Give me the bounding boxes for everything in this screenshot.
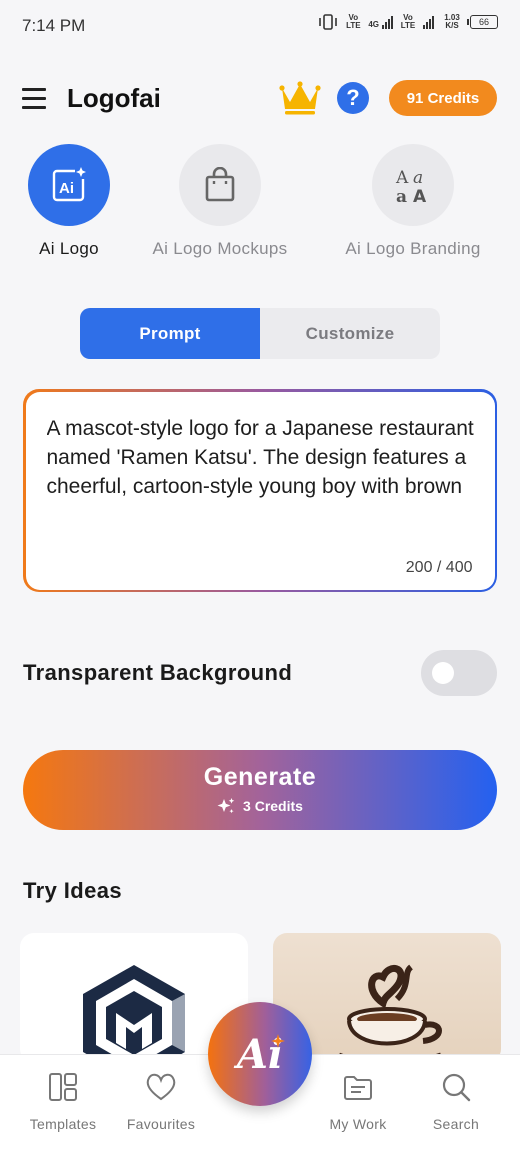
templates-icon (49, 1073, 77, 1101)
mode-label-ai-logo-mockups: Ai Logo Mockups (152, 239, 288, 258)
status-icons: Vo LTE 4G Vo LTE 1.03 K/S 66 (318, 14, 498, 30)
network-volte-2: Vo LTE (400, 13, 416, 30)
typography-icon: A a a A (372, 144, 454, 226)
svg-text:A: A (413, 187, 427, 205)
generate-button[interactable]: Generate 3 Credits (23, 750, 497, 830)
generate-cost: 3 Credits (23, 797, 497, 815)
status-time: 7:14 PM (22, 16, 86, 35)
tab-prompt[interactable]: Prompt (80, 308, 260, 359)
generate-label: Generate (203, 763, 317, 791)
nav-label-favourites: Favourites (126, 1116, 196, 1132)
mode-label-ai-logo-branding: Ai Logo Branding (345, 239, 481, 258)
battery-icon: 66 (467, 15, 498, 29)
help-icon[interactable]: ? (337, 82, 369, 114)
prompt-input[interactable]: A mascot-style logo for a Japanese resta… (25, 391, 495, 590)
app-title: Logofai (67, 83, 161, 113)
ai-create-fab[interactable]: Ai (208, 1002, 312, 1106)
vibrate-icon (319, 14, 338, 30)
signal-icon-1: 4G (368, 15, 393, 29)
mode-label-ai-logo: Ai Logo (39, 239, 99, 258)
heart-icon (146, 1073, 176, 1101)
signal-icon-2 (423, 15, 434, 29)
prompt-customize-tabs: Prompt Customize (80, 308, 440, 359)
prompt-text[interactable]: A mascot-style logo for a Japanese resta… (47, 414, 477, 530)
mode-ai-logo-mockups[interactable]: Ai Logo Mockups (153, 144, 287, 259)
svg-text:A: A (395, 168, 409, 188)
network-4g: 4G (368, 20, 379, 29)
menu-icon[interactable] (22, 87, 46, 109)
transparent-background-label: Transparent Background (23, 660, 293, 685)
nav-label-my-work: My Work (329, 1116, 387, 1132)
tab-customize[interactable]: Customize (260, 308, 440, 359)
nav-search[interactable]: Search (411, 1071, 501, 1132)
shopping-bag-icon (179, 144, 261, 226)
svg-text:a: a (413, 168, 423, 188)
ai-logo-icon: Ai (28, 144, 110, 226)
sparkle-icon (271, 1034, 285, 1048)
svg-text:Ai: Ai (59, 180, 74, 197)
mode-ai-logo-branding[interactable]: A a a A Ai Logo Branding (345, 144, 480, 259)
top-app-bar: Logofai ? 91 Credits (0, 74, 520, 122)
credits-button[interactable]: 91 Credits (389, 80, 497, 116)
nav-favourites[interactable]: Favourites (116, 1071, 206, 1132)
network-speed: 1.03 K/S (444, 13, 460, 30)
nav-label-search: Search (432, 1116, 480, 1132)
try-ideas-title: Try Ideas (23, 878, 122, 903)
network-volte-1: Vo LTE (346, 13, 361, 30)
character-counter: 200 / 400 (405, 558, 473, 576)
nav-templates[interactable]: Templates (18, 1071, 108, 1132)
folder-icon (344, 1076, 372, 1100)
mode-ai-logo[interactable]: Ai Ai Logo (28, 144, 110, 259)
toggle-knob (432, 662, 454, 684)
prompt-input-border: A mascot-style logo for a Japanese resta… (23, 389, 497, 592)
generate-credits-label: 3 Credits (243, 798, 303, 814)
status-bar: 7:14 PM Vo LTE 4G Vo LTE 1.03 K/S 66 (0, 0, 520, 52)
nav-label-templates: Templates (29, 1116, 97, 1132)
crown-icon[interactable] (279, 80, 321, 116)
nav-my-work[interactable]: My Work (313, 1071, 403, 1132)
mode-selector: Ai Ai Logo Ai Logo Mockups A a a A Ai Lo… (0, 144, 520, 264)
svg-text:a: a (396, 187, 407, 205)
transparent-background-toggle[interactable] (421, 650, 497, 696)
search-icon (442, 1073, 471, 1102)
sparkle-icon (217, 798, 235, 814)
app-screen: 7:14 PM Vo LTE 4G Vo LTE 1.03 K/S 66 Log… (0, 0, 520, 1156)
